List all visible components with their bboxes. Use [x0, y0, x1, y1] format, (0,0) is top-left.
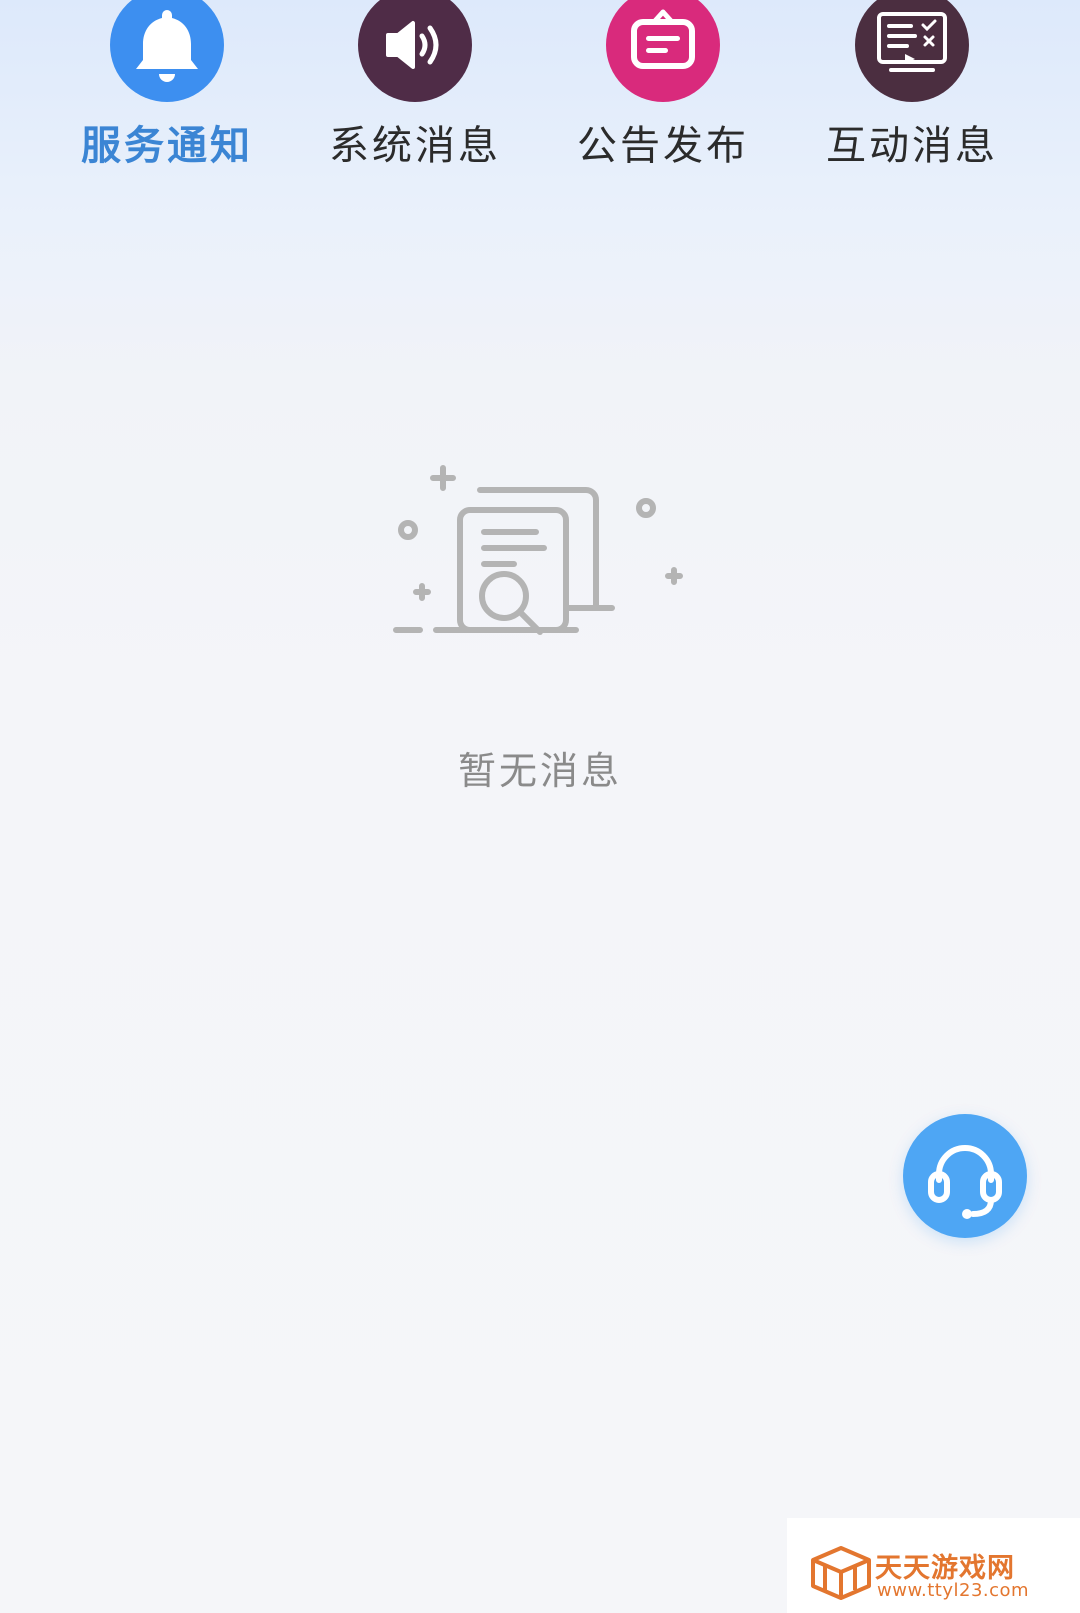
headset-icon	[928, 1145, 1002, 1219]
customer-support-button[interactable]	[903, 1114, 1027, 1238]
speaker-icon	[358, 0, 472, 102]
tab-label: 服务通知	[81, 123, 253, 169]
tab-label: 互动消息	[826, 123, 998, 169]
message-category-tabs: 服务通知 系统消息 公告发布 互动消息	[0, 0, 1080, 200]
monitor-checklist-icon	[855, 0, 969, 102]
empty-state-text: 暂无消息	[457, 749, 622, 793]
tab-label: 系统消息	[329, 123, 501, 169]
bell-icon	[110, 0, 224, 102]
cube-logo-icon	[811, 1546, 871, 1600]
empty-document-search-icon	[390, 460, 690, 660]
tab-label: 公告发布	[577, 123, 749, 169]
watermark-url: www.ttyl23.com	[877, 1580, 1030, 1601]
notice-board-icon	[606, 0, 720, 102]
watermark: 天天游戏网 www.ttyl23.com	[787, 1518, 1080, 1613]
